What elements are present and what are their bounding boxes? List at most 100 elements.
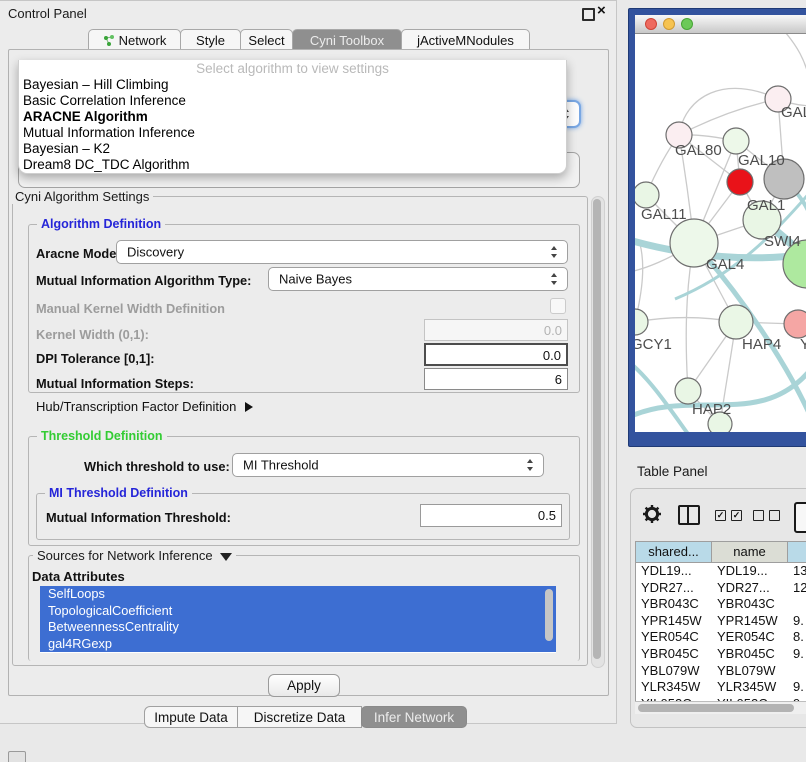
mi-type-combo[interactable]: Naive Bayes bbox=[268, 267, 568, 291]
aracne-mode-combo[interactable]: Discovery bbox=[116, 240, 568, 264]
minimize-traffic-light[interactable] bbox=[663, 18, 675, 30]
attribute-list-item[interactable]: BetweennessCentrality bbox=[40, 619, 556, 636]
table-cell: 9. bbox=[788, 613, 806, 630]
data-attributes-list[interactable]: SelfLoopsTopologicalCoefficientBetweenne… bbox=[40, 586, 556, 653]
table-cell: YPR145W bbox=[636, 613, 712, 630]
tab-impute-data[interactable]: Impute Data bbox=[144, 706, 238, 728]
node-label: GAL10 bbox=[738, 152, 785, 169]
table-row[interactable]: YBL079WYBL079W bbox=[636, 663, 806, 680]
tab-network[interactable]: Network bbox=[88, 29, 181, 50]
table-cell bbox=[788, 596, 806, 613]
table-body: YDL19...YDL19...13YDR27...YDR27...12YBR0… bbox=[636, 563, 806, 702]
mi-steps-label: Mutual Information Steps: bbox=[36, 376, 194, 391]
network-node[interactable] bbox=[723, 128, 749, 154]
close-icon[interactable]: × bbox=[597, 2, 606, 19]
network-node[interactable] bbox=[635, 182, 659, 208]
table-cell: YDR27... bbox=[712, 580, 788, 597]
scrollbar-thumb[interactable] bbox=[638, 704, 794, 712]
tab-discretize-data[interactable]: Discretize Data bbox=[237, 706, 362, 728]
dropdown-item[interactable]: ARACNE Algorithm bbox=[19, 109, 566, 125]
table-cell: 12 bbox=[788, 580, 806, 597]
tab-jactivemnodules[interactable]: jActiveMNodules bbox=[401, 29, 530, 50]
tab-select[interactable]: Select bbox=[240, 29, 293, 50]
network-node[interactable] bbox=[719, 305, 753, 339]
attribute-list-item[interactable]: TopologicalCoefficient bbox=[40, 603, 556, 620]
table-cell: YDL19... bbox=[636, 563, 712, 580]
combo-value: Discovery bbox=[127, 245, 184, 260]
scrollbar-thumb[interactable] bbox=[593, 199, 601, 659]
dropdown-item[interactable]: Basic Correlation Inference bbox=[19, 93, 566, 109]
table-cell: YER054C bbox=[636, 629, 712, 646]
dropdown-item[interactable]: Dream8 DC_TDC Algorithm bbox=[19, 157, 566, 173]
table-cell: 9. bbox=[788, 646, 806, 663]
float-window-icon[interactable] bbox=[582, 8, 595, 21]
attribute-list-item[interactable]: gal4RGexp bbox=[40, 636, 556, 653]
panel-title: Control Panel bbox=[8, 6, 87, 21]
settings-scrollbar[interactable] bbox=[591, 196, 605, 668]
table-row[interactable]: YER054CYER054C8. bbox=[636, 629, 806, 646]
manual-kernel-checkbox[interactable] bbox=[550, 298, 566, 314]
table-cell: YDL19... bbox=[712, 563, 788, 580]
node-attribute-table[interactable]: shared...name YDL19...YDL19...13YDR27...… bbox=[635, 541, 806, 702]
dpi-tolerance-label: DPI Tolerance [0,1]: bbox=[36, 351, 155, 366]
mi-threshold-field[interactable]: 0.5 bbox=[420, 504, 562, 527]
tab-infer-network[interactable]: Infer Network bbox=[361, 706, 467, 728]
column-header[interactable]: shared... bbox=[636, 542, 712, 563]
network-node[interactable] bbox=[784, 310, 806, 338]
dropdown-item[interactable]: Bayesian – Hill Climbing bbox=[19, 77, 566, 93]
deselect-all-checks-icon[interactable] bbox=[753, 510, 780, 521]
dropdown-item[interactable]: Mutual Information Inference bbox=[19, 125, 566, 141]
table-cell bbox=[788, 663, 806, 680]
sources-title[interactable]: Sources for Network Inference bbox=[33, 548, 236, 563]
apply-button[interactable]: Apply bbox=[268, 674, 340, 697]
table-row[interactable]: YLR345WYLR345W9. bbox=[636, 679, 806, 696]
group-title: Algorithm Definition bbox=[37, 217, 165, 231]
node-label: GCY1 bbox=[635, 336, 672, 353]
table-row[interactable]: YBR045CYBR045C9. bbox=[636, 646, 806, 663]
zoom-traffic-light[interactable] bbox=[681, 18, 693, 30]
collapse-down-icon bbox=[220, 553, 232, 561]
gear-icon[interactable] bbox=[642, 504, 662, 529]
table-row[interactable]: YBR043CYBR043C bbox=[636, 596, 806, 613]
table-cell: 9. bbox=[788, 679, 806, 696]
node-label: GAL bbox=[781, 104, 806, 121]
column-header[interactable]: name bbox=[712, 542, 788, 563]
table-cell: 13 bbox=[788, 563, 806, 580]
dpi-tolerance-field[interactable]: 0.0 bbox=[424, 343, 568, 366]
node-label: HAP2 bbox=[692, 401, 731, 418]
document-icon[interactable] bbox=[794, 502, 806, 533]
column-header[interactable] bbox=[788, 542, 806, 563]
dropdown-placeholder: Select algorithm to view settings bbox=[19, 60, 566, 77]
network-edge[interactable] bbox=[785, 34, 806, 78]
table-cell: YBL079W bbox=[636, 663, 712, 680]
dropdown-item[interactable]: Bayesian – K2 bbox=[19, 141, 566, 157]
tab-style[interactable]: Style bbox=[180, 29, 241, 50]
inference-combo-arrow-focused[interactable] bbox=[565, 100, 581, 128]
network-canvas[interactable]: GALGAL80GAL10GAL1GAL11SWI4GAL4GCY1HAP4YH… bbox=[635, 34, 806, 432]
network-node[interactable] bbox=[635, 309, 648, 335]
table-cell: YLR345W bbox=[636, 679, 712, 696]
mi-steps-field[interactable]: 6 bbox=[424, 368, 568, 390]
list-scrollbar-thumb[interactable] bbox=[545, 589, 553, 641]
bottom-left-icon[interactable] bbox=[8, 751, 26, 762]
which-threshold-label: Which threshold to use: bbox=[84, 459, 230, 474]
hub-definition-toggle[interactable]: Hub/Transcription Factor Definition bbox=[36, 399, 253, 414]
close-traffic-light[interactable] bbox=[645, 18, 657, 30]
dropdown-item-list: Bayesian – Hill ClimbingBasic Correlatio… bbox=[19, 77, 566, 173]
table-horizontal-scrollbar[interactable] bbox=[635, 701, 806, 714]
node-label: HAP4 bbox=[742, 336, 781, 353]
table-row[interactable]: YDL19...YDL19...13 bbox=[636, 563, 806, 580]
which-threshold-combo[interactable]: MI Threshold bbox=[232, 453, 544, 477]
spinner-arrows-icon bbox=[527, 459, 534, 471]
attribute-list-item[interactable]: SelfLoops bbox=[40, 586, 556, 603]
select-all-checks-icon[interactable]: ✓✓ bbox=[715, 510, 742, 521]
network-node[interactable] bbox=[727, 169, 753, 195]
table-row[interactable]: YPR145WYPR145W9. bbox=[636, 613, 806, 630]
node-label: GAL1 bbox=[747, 197, 785, 214]
columns-icon[interactable] bbox=[678, 505, 700, 525]
network-window-titlebar[interactable] bbox=[635, 15, 806, 34]
table-row[interactable]: YDR27...YDR27...12 bbox=[636, 580, 806, 597]
tab-cyni-toolbox[interactable]: Cyni Toolbox bbox=[292, 29, 402, 50]
tab-label: Impute Data bbox=[154, 710, 228, 725]
tab-label: Select bbox=[248, 33, 284, 48]
